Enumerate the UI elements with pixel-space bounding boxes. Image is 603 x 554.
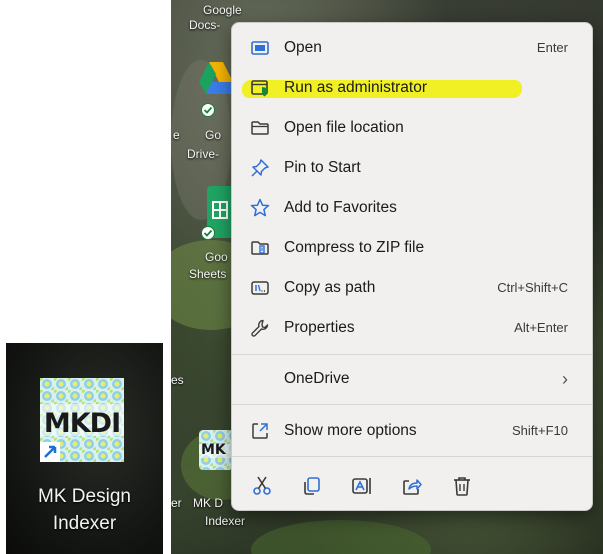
share-icon[interactable] (400, 474, 424, 498)
menu-item-label: Show more options (284, 422, 417, 439)
menu-item-shortcut: Alt+Enter (514, 320, 568, 335)
chevron-right-icon: › (562, 369, 568, 389)
menu-item-onedrive[interactable]: OneDrive › (236, 360, 588, 398)
menu-item-label: Run as administrator (284, 79, 428, 96)
menu-item-open[interactable]: Open Enter (236, 29, 588, 67)
menu-item-shortcut: Shift+F10 (511, 423, 568, 438)
mkdi-app-icon[interactable]: MKDI (40, 378, 124, 462)
google-docs-label-line1: Google (203, 3, 242, 17)
menu-item-compress-to-zip[interactable]: Compress to ZIP file (236, 229, 588, 267)
mkdi-label-line2: Indexer (52, 513, 117, 534)
menu-item-label: Open file location (284, 119, 404, 136)
mkdi-icon-text: MKDI (43, 408, 121, 439)
copy-icon[interactable] (300, 474, 324, 498)
menu-item-add-to-favorites[interactable]: Add to Favorites (236, 189, 588, 227)
wrench-icon (251, 319, 269, 337)
menu-item-copy-as-path[interactable]: Copy as path Ctrl+Shift+C (236, 269, 588, 307)
google-sheets-label-line2: Sheets (189, 267, 227, 281)
mkdi-desktop-label-line1: MK D (193, 496, 223, 510)
menu-item-shortcut: Enter (536, 40, 568, 55)
google-drive-icon[interactable] (199, 60, 233, 110)
desktop-fragment-er: er (171, 496, 182, 510)
cut-icon[interactable] (250, 474, 274, 498)
google-sheets-label-line1: Goo (205, 250, 228, 264)
desktop-fragment-e: e (173, 128, 180, 142)
menu-separator (232, 404, 592, 405)
inset-desktop-icon-panel: MKDI MK Design Indexer (6, 343, 163, 554)
menu-separator (232, 456, 592, 457)
desktop-fragment-es: es (171, 373, 184, 387)
context-menu: Open Enter Run as administrator Open fil… (231, 22, 593, 511)
menu-item-open-file-location[interactable]: Open file location (236, 109, 588, 147)
menu-item-pin-to-start[interactable]: Pin to Start (236, 149, 588, 187)
menu-item-properties[interactable]: Properties Alt+Enter (236, 309, 588, 347)
window-icon (251, 41, 269, 55)
menu-item-show-more-options[interactable]: Show more options Shift+F10 (236, 412, 588, 450)
expand-icon (252, 423, 268, 439)
star-icon (250, 198, 270, 217)
sync-check-icon (201, 226, 215, 240)
menu-item-label: Properties (284, 319, 355, 336)
menu-item-label: Pin to Start (284, 159, 361, 176)
google-drive-label-line1: Go (205, 128, 222, 142)
copy-path-icon (251, 281, 269, 295)
menu-item-label: OneDrive (284, 370, 350, 387)
menu-item-label: Copy as path (284, 279, 376, 296)
google-drive-label-line2: Drive- (187, 147, 219, 161)
shield-window-icon (251, 80, 268, 97)
menu-item-shortcut: Ctrl+Shift+C (497, 280, 568, 295)
zip-folder-icon (251, 241, 269, 255)
mkdi-tile-text: MK (201, 442, 226, 458)
menu-item-label: Add to Favorites (284, 199, 397, 216)
sync-check-icon (201, 103, 215, 117)
mkdi-desktop-label-line2: Indexer (205, 514, 246, 528)
menu-item-label: Open (284, 39, 322, 56)
menu-separator (232, 354, 592, 355)
google-docs-label-line2: Docs- (189, 18, 221, 32)
mkdi-label-line1: MK Design (38, 486, 131, 507)
pin-icon (251, 159, 269, 177)
mkdi-desktop-icon[interactable]: MK (199, 430, 233, 470)
menu-item-label: Compress to ZIP file (284, 239, 425, 256)
delete-icon[interactable] (450, 474, 474, 498)
menu-item-run-as-administrator[interactable]: Run as administrator (236, 69, 588, 107)
rename-icon[interactable] (350, 474, 374, 498)
folder-icon (251, 121, 269, 135)
